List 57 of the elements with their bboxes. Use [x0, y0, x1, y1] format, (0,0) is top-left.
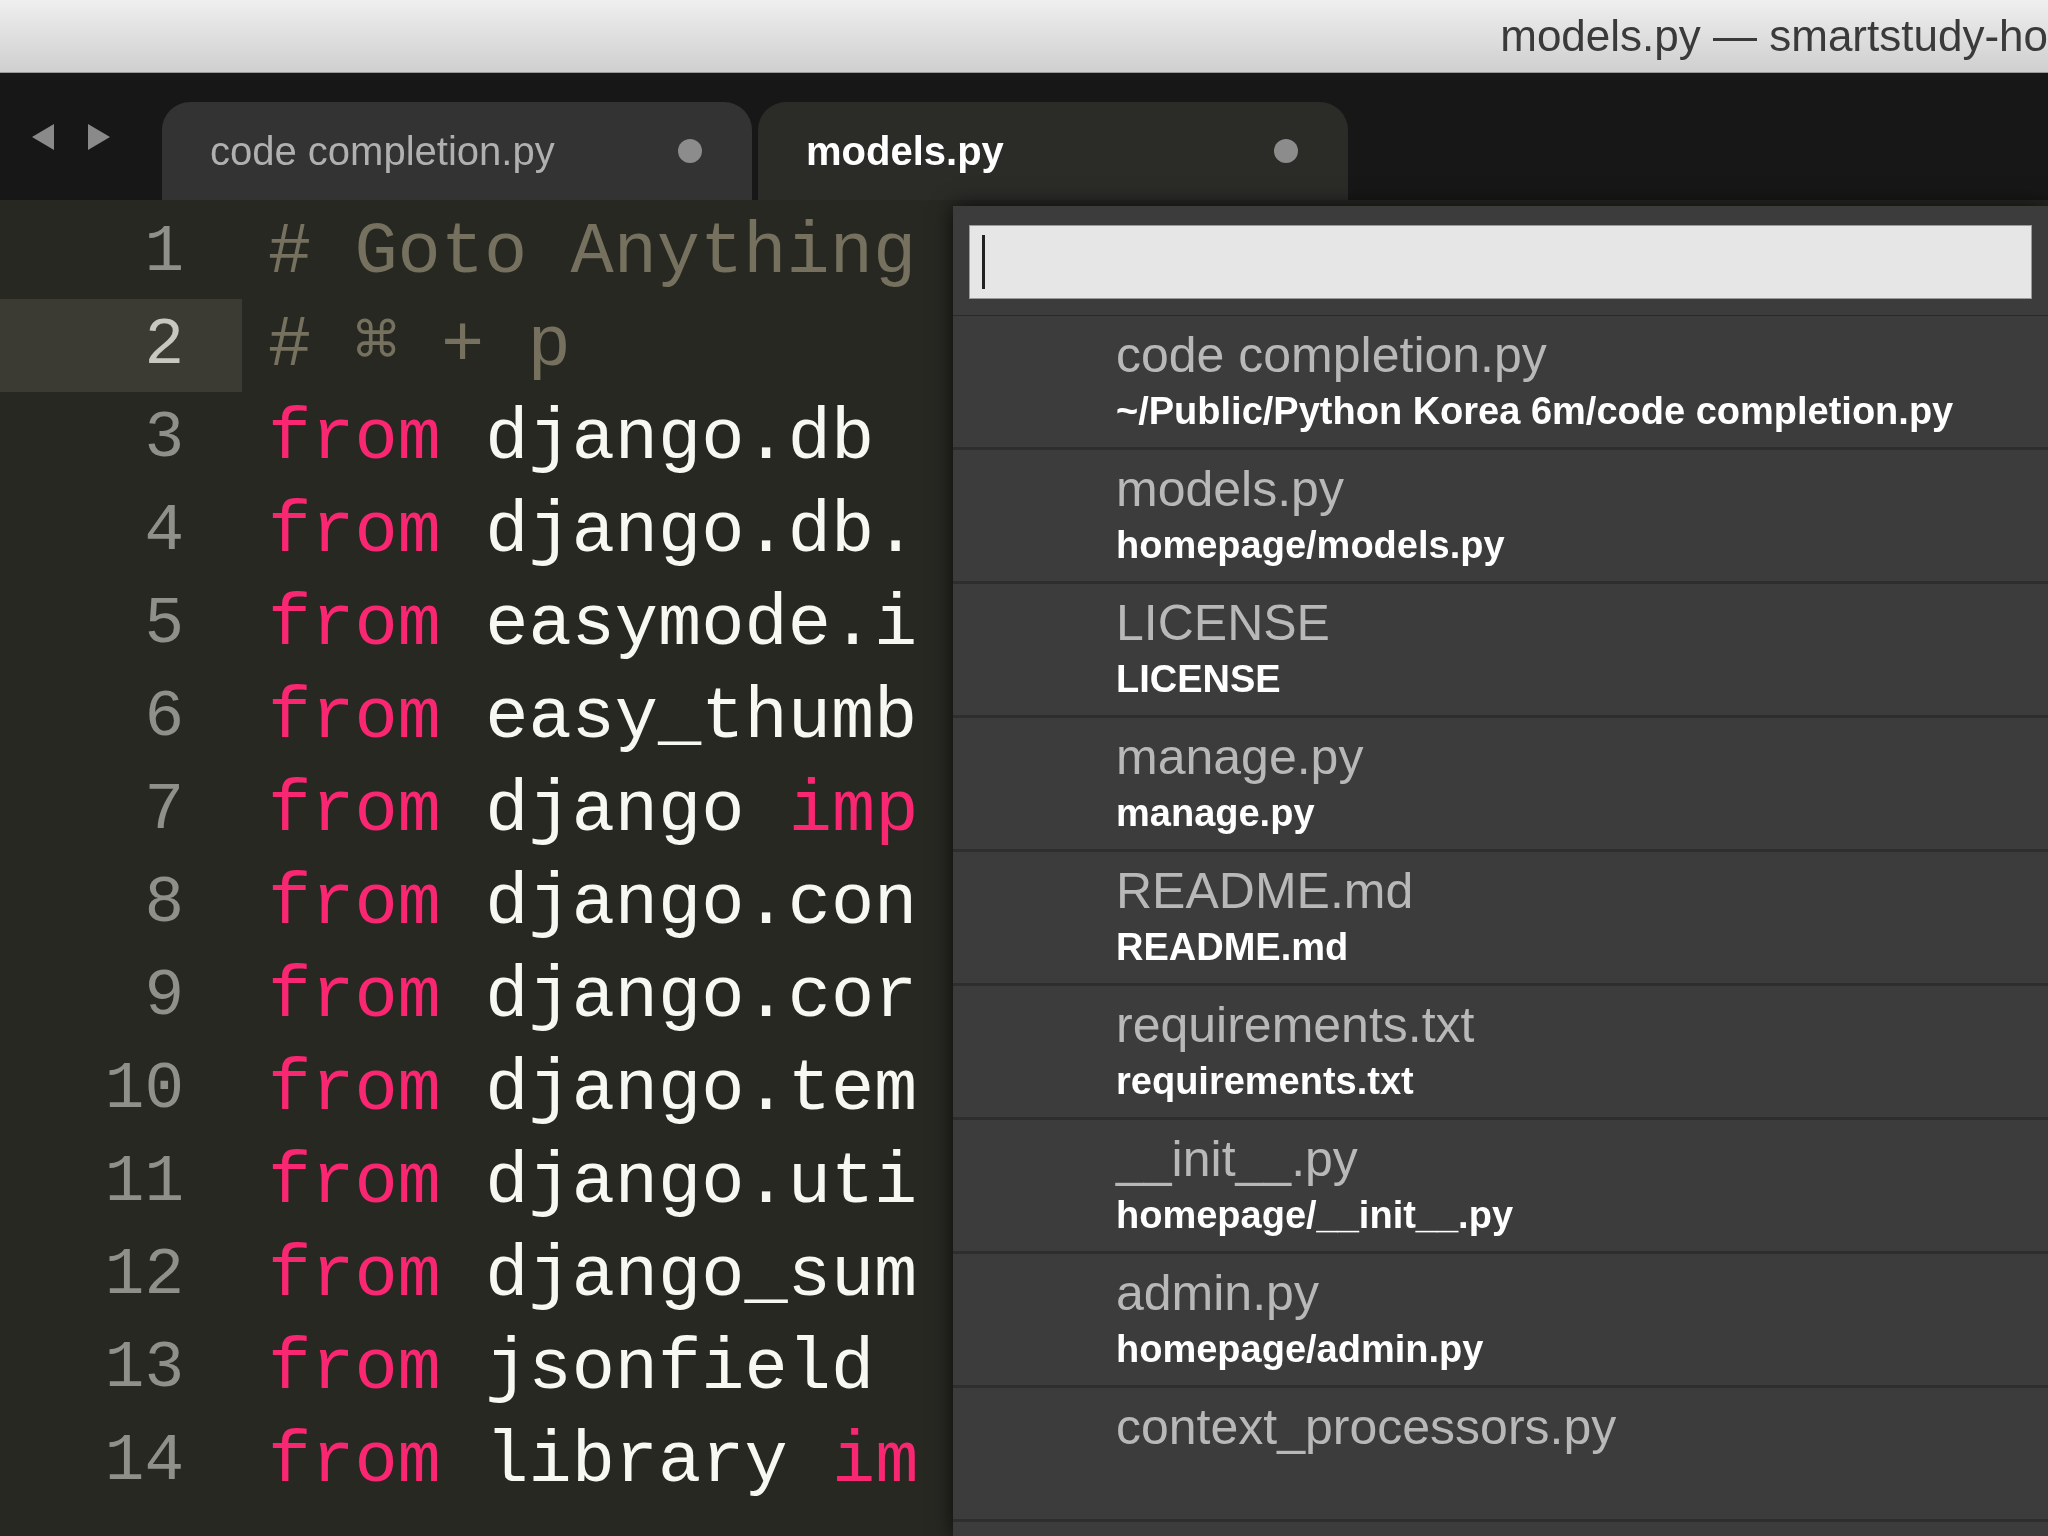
line-number: 8: [143, 865, 185, 943]
line-number: 11: [103, 1144, 185, 1222]
code-keyword: from: [268, 396, 441, 482]
code-text: django.db.: [485, 489, 918, 575]
result-item[interactable]: admin.py homepage/admin.py: [953, 1254, 2048, 1388]
code-keyword: im: [832, 1419, 919, 1505]
result-item[interactable]: requirements.txt requirements.txt: [953, 986, 2048, 1120]
code-text: easy_thumb: [485, 675, 918, 761]
code-text: django: [485, 768, 745, 854]
line-number: 7: [143, 772, 185, 850]
result-item[interactable]: manage.py manage.py: [953, 718, 2048, 852]
line-number: 13: [103, 1330, 185, 1408]
code-keyword: from: [268, 1419, 441, 1505]
result-item[interactable]: models.py homepage/models.py: [953, 450, 2048, 584]
editor-tab[interactable]: code completion.py: [162, 102, 752, 200]
code-keyword: from: [268, 1326, 441, 1412]
editor-tab[interactable]: models.py: [758, 102, 1348, 200]
line-number: 2: [0, 299, 242, 392]
code-comment: # Goto Anything: [268, 210, 917, 296]
search-field[interactable]: [969, 225, 2032, 299]
code-keyword: from: [268, 861, 441, 947]
code-keyword: from: [268, 1233, 441, 1319]
code-text: easymode.i: [485, 582, 918, 668]
line-number: 10: [103, 1051, 185, 1129]
line-number: 12: [103, 1237, 185, 1315]
code-keyword: from: [268, 1047, 441, 1133]
back-arrow-icon[interactable]: [30, 121, 56, 152]
result-item[interactable]: code completion.py ~/Public/Python Korea 6m/code completion.py: [953, 316, 2048, 450]
result-item[interactable]: LICENSE LICENSE: [953, 584, 2048, 718]
code-text: library: [485, 1419, 788, 1505]
code-text: jsonfield: [485, 1326, 875, 1412]
code-text: django_sum: [485, 1233, 918, 1319]
result-item[interactable]: context_processors.py: [953, 1388, 2048, 1522]
code-text: django.cor: [485, 954, 918, 1040]
code-keyword: from: [268, 582, 441, 668]
code-keyword: imp: [788, 768, 919, 854]
line-number: 6: [143, 679, 185, 757]
result-item[interactable]: README.md README.md: [953, 852, 2048, 986]
code-comment: # ⌘ + p: [268, 303, 571, 389]
code-text: django.uti: [485, 1140, 918, 1226]
line-number: 3: [143, 400, 185, 478]
code-text: django.con: [485, 861, 918, 947]
code-text: django.db: [485, 396, 875, 482]
code-keyword: from: [268, 1140, 441, 1226]
forward-arrow-icon[interactable]: [86, 121, 112, 152]
code-keyword: from: [268, 489, 441, 575]
line-number: 4: [143, 493, 185, 571]
line-number: 1: [143, 214, 185, 292]
line-number: 9: [143, 958, 185, 1036]
result-item[interactable]: __init__.py homepage/__init__.py: [953, 1120, 2048, 1254]
line-number: 5: [143, 586, 185, 664]
code-text: django.tem: [485, 1047, 918, 1133]
line-number: 14: [103, 1423, 185, 1501]
code-keyword: from: [268, 768, 441, 854]
window-title: models.py — smartstudy-ho: [1500, 10, 2048, 62]
code-keyword: from: [268, 954, 441, 1040]
code-keyword: from: [268, 675, 441, 761]
